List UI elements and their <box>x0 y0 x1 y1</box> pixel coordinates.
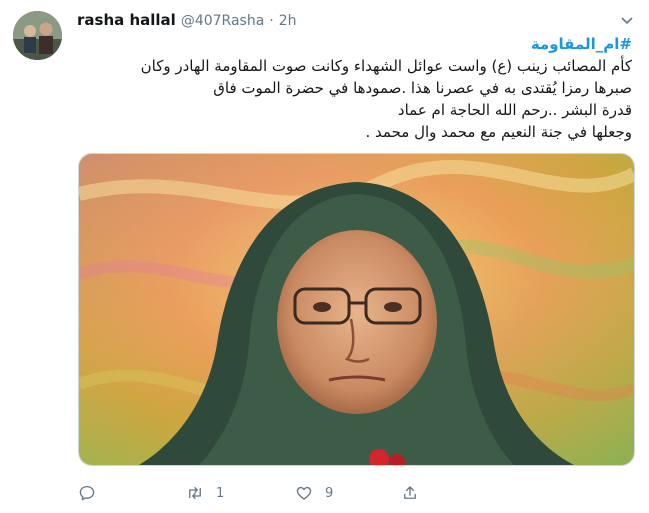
reply-button[interactable] <box>78 482 108 504</box>
tweet-line-2: صبرها رمزا يُقتدى به في عصرنا هذا .صموده… <box>213 79 632 97</box>
tweet-line-1: كأم المصائب زينب (ع) واست عوائل الشهداء … <box>140 57 632 75</box>
user-handle[interactable]: @407Rasha <box>181 13 264 29</box>
tweet-text: #ام_المقاومة كأم المصائب زينب (ع) واست ع… <box>77 33 632 143</box>
like-button[interactable]: 9 <box>295 482 333 504</box>
like-count: 9 <box>325 485 334 501</box>
avatar[interactable] <box>13 11 62 60</box>
hashtag-link[interactable]: #ام_المقاومة <box>77 33 632 55</box>
separator-dot: · <box>269 13 274 29</box>
retweet-icon <box>189 487 201 499</box>
retweet-button[interactable]: 1 <box>186 482 224 504</box>
caret-down-icon[interactable] <box>619 12 635 28</box>
tweet-time[interactable]: 2h <box>279 13 297 29</box>
share-button[interactable] <box>401 482 419 504</box>
tweet-card: rasha hallal @407Rasha · 2h #ام_المقاومة… <box>0 0 649 513</box>
reply-icon <box>79 485 95 501</box>
tweet-line-4: وجعلها في جنة النعيم مع محمد وال محمد . <box>365 123 633 141</box>
tweet-header: rasha hallal @407Rasha · 2h <box>77 11 297 31</box>
user-name[interactable]: rasha hallal <box>77 11 176 29</box>
tweet-actions: 1 9 <box>78 482 633 504</box>
tweet-media-image[interactable] <box>78 153 635 466</box>
share-icon <box>404 486 416 499</box>
tweet-line-3: قدرة البشر ..رحم الله الحاجة ام عماد <box>397 101 632 119</box>
like-icon <box>296 486 312 500</box>
retweet-count: 1 <box>216 485 225 501</box>
